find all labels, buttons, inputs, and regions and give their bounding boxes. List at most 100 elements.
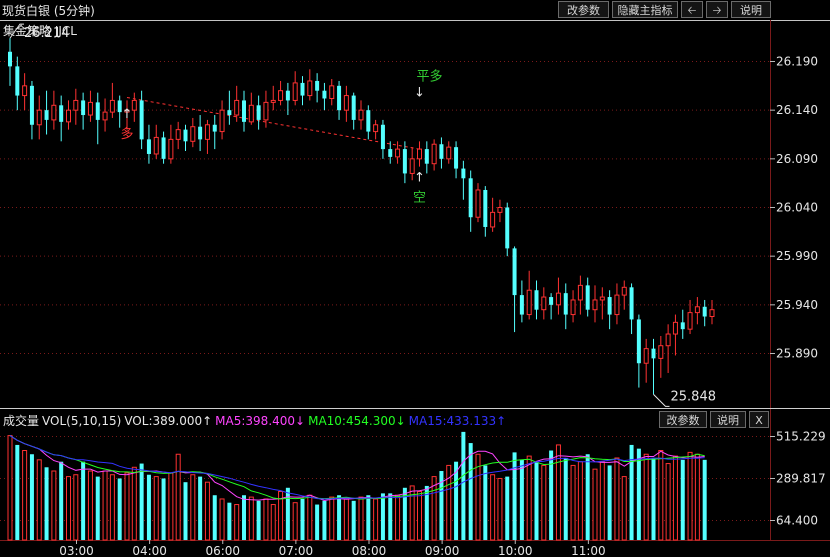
volume-bar-down <box>534 461 539 540</box>
candle-body-up <box>278 90 284 101</box>
candle-body-down <box>534 290 539 310</box>
volume-bar-down <box>585 454 590 540</box>
volume-bar-down <box>227 502 232 540</box>
volume-bar-up <box>417 491 422 541</box>
volume-bar-down <box>651 457 656 540</box>
volume-help-button[interactable]: 说明 <box>710 411 746 428</box>
volume-bar-down <box>315 504 320 540</box>
volume-bar-up <box>22 450 28 541</box>
candle-body-up <box>570 299 576 316</box>
candle-body-up <box>153 136 159 155</box>
volume-axis-label: 515.229 <box>776 430 826 444</box>
volume-bar-up <box>343 498 349 541</box>
volume-bar-down <box>285 487 290 540</box>
volume-bar-up <box>36 459 42 541</box>
volume-bar-up <box>234 504 240 541</box>
candle-body-up <box>373 124 379 133</box>
volume-bar-down <box>483 465 488 540</box>
volume-indicator-name: 成交量 <box>3 414 40 428</box>
volume-bar-up <box>665 463 671 541</box>
high-marker-line <box>9 23 24 39</box>
volume-bar-down <box>146 474 151 540</box>
volume-value: VOL:389.000↑ <box>124 414 213 428</box>
volume-close-button[interactable]: X <box>749 411 769 428</box>
volume-bar-down <box>636 448 641 540</box>
volume-bar-up <box>687 451 693 541</box>
candle-body-down <box>512 248 517 296</box>
volume-params-button[interactable]: 改参数 <box>659 411 707 428</box>
candle-body-down <box>505 207 510 249</box>
candle-body-down <box>424 149 429 164</box>
volume-bar-up <box>621 476 627 541</box>
volume-bar-up <box>672 455 678 541</box>
low-marker-label: 25.848 <box>671 389 717 404</box>
volume-bar-up <box>694 453 700 541</box>
volume-bar-up <box>270 504 276 541</box>
volume-bar-down <box>95 476 100 540</box>
candle-body-down <box>161 137 166 159</box>
time-axis-label: 09:00 <box>425 544 460 557</box>
volume-bar-down <box>59 461 64 540</box>
volume-bar-down <box>15 444 20 540</box>
volume-bar-down <box>388 493 393 540</box>
candle-body-up <box>417 148 422 160</box>
time-axis-label: 10:00 <box>498 544 533 557</box>
candle-body-up <box>109 99 115 113</box>
candle-body-down <box>402 149 407 174</box>
volume-bar-down <box>512 452 517 540</box>
volume-bar-down <box>468 443 473 540</box>
volume-bar-up <box>526 455 532 541</box>
volume-axis-label: 64.400 <box>776 514 818 528</box>
volume-bar-up <box>592 468 598 541</box>
candle-body-down <box>242 100 246 122</box>
volume-bar-down <box>505 476 510 540</box>
volume-bar-up <box>263 498 269 541</box>
high-marker-label: 26.214 <box>24 26 70 41</box>
volume-bar-up <box>153 476 159 541</box>
candle-body-down <box>388 149 393 157</box>
ma15-value: MA15:433.133↑ <box>408 414 507 428</box>
candle-body-down <box>322 90 327 99</box>
volume-bar-up <box>51 470 57 541</box>
price-axis-label: 26.190 <box>776 55 818 69</box>
price-axis-label: 25.890 <box>776 347 818 361</box>
candle-body-down <box>44 110 49 120</box>
candle-body-up <box>665 333 671 347</box>
candle-body-up <box>592 299 598 311</box>
candle-body-down <box>8 51 12 67</box>
candle-body-down <box>81 100 86 116</box>
candle-body-up <box>709 309 715 318</box>
time-axis-label: 04:00 <box>132 544 167 557</box>
volume-bar-up <box>168 472 174 541</box>
candle-body-up <box>599 296 605 301</box>
volume-bar-down <box>81 461 86 540</box>
candle-body-up <box>219 109 225 133</box>
volume-bar-down <box>300 498 305 540</box>
candle-body-down <box>227 110 232 116</box>
volume-header: 成交量 VOL(5,10,15) VOL:389.000↑ MA5:398.400↓ M… <box>3 412 509 429</box>
volume-bar-up <box>124 472 130 541</box>
candle-body-up <box>51 104 57 121</box>
candle-body-up <box>190 126 196 142</box>
time-axis-label: 11:00 <box>571 544 606 557</box>
volume-bar-up <box>541 464 547 541</box>
candle-body-down <box>29 85 34 125</box>
candle-body-up <box>22 85 28 97</box>
volume-bar-up <box>307 494 313 541</box>
volume-bar-up <box>409 485 415 541</box>
volume-bar-up <box>190 474 196 541</box>
candle-body-up <box>73 99 79 111</box>
sell-arrow: ↑ <box>414 170 425 185</box>
volume-bar-up <box>219 498 225 541</box>
candle-body-up <box>577 284 583 301</box>
volume-bar-down <box>322 500 327 540</box>
ma5-value: MA5:398.400↓ <box>215 414 306 428</box>
sell-signal-label: 空 <box>413 190 426 205</box>
candle-body-down <box>212 124 217 132</box>
candle-body-up <box>234 99 240 116</box>
volume-bar-up <box>7 435 13 541</box>
candle-body-down <box>366 110 371 132</box>
volume-bar-down <box>198 476 203 540</box>
volume-bar-down <box>519 459 524 540</box>
volume-bar-down <box>680 459 685 540</box>
